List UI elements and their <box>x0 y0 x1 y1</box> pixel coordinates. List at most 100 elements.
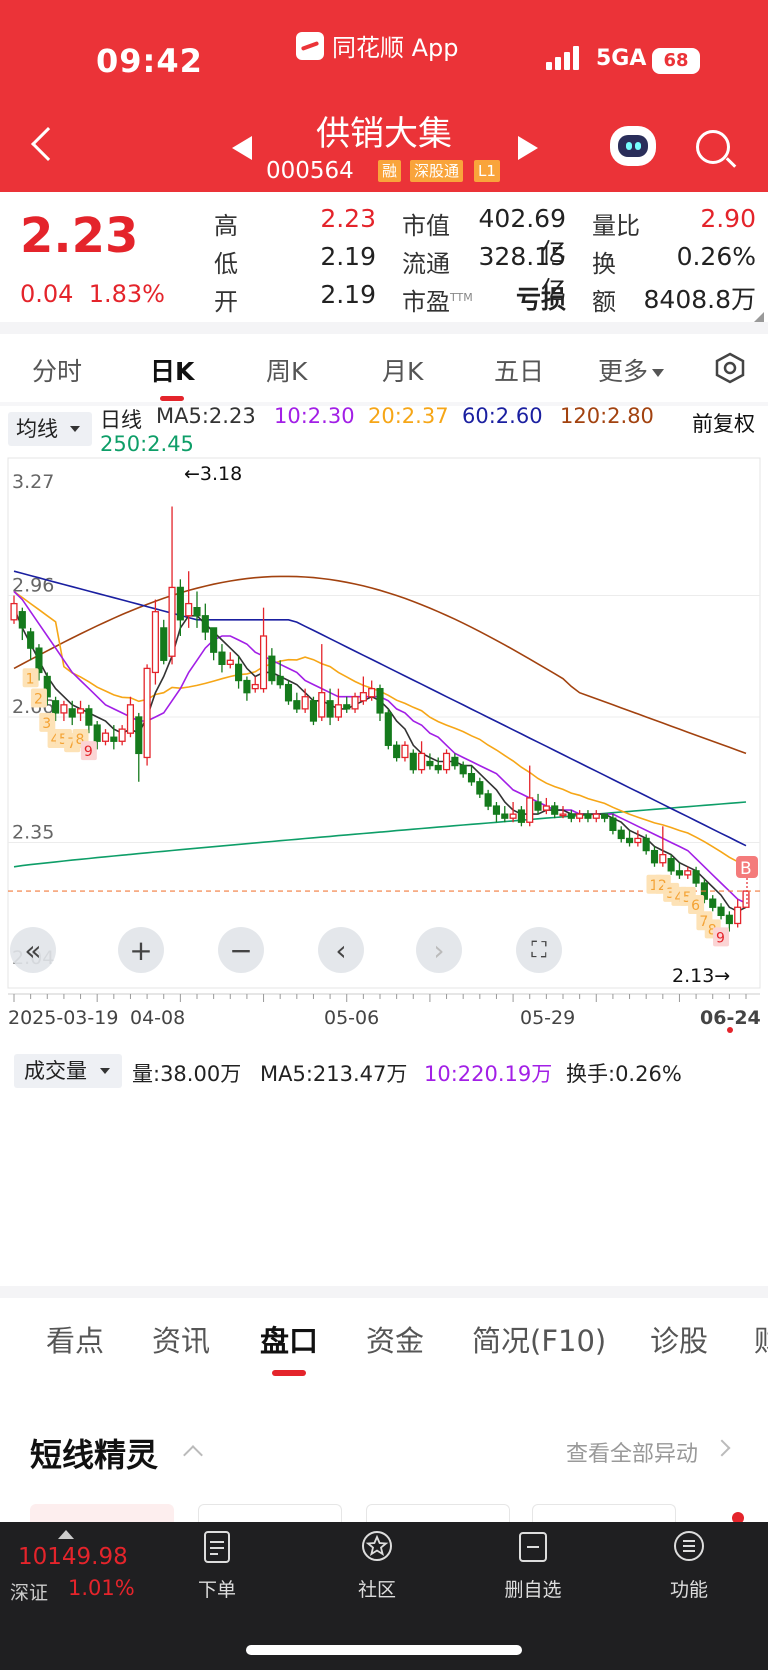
candle-body <box>126 704 135 734</box>
tab-finance[interactable]: 财 <box>754 1318 768 1360</box>
tab-orderbook[interactable]: 盘口 <box>260 1318 318 1360</box>
turnover-label: 换 <box>592 250 616 278</box>
stock-code: 000564 <box>266 158 354 184</box>
zoom-out-button[interactable]: − <box>218 927 264 973</box>
nav-functions[interactable]: 功能 <box>634 1530 744 1602</box>
nav-remove-watchlist[interactable]: 删自选 <box>478 1530 588 1602</box>
candle-body <box>201 615 209 633</box>
nine-turn-digit: 9 <box>716 930 725 946</box>
candle-body <box>526 797 534 823</box>
scroll-left-button[interactable]: ‹ <box>318 927 364 973</box>
app-badge: 同花顺 App <box>296 28 459 63</box>
candle-body <box>160 627 168 661</box>
search-icon[interactable] <box>696 130 730 164</box>
kline-chart[interactable]: 3.272.962.662.352.04←3.182.13→1234567891… <box>0 440 768 1040</box>
adjust-mode[interactable]: 前复权 <box>692 408 755 438</box>
candle-body <box>393 744 401 759</box>
volratio-value: 2.90 <box>700 204 756 233</box>
low-value: 2.19 <box>320 242 376 271</box>
caret-down-icon <box>652 369 665 377</box>
candle-body <box>52 700 60 714</box>
tab-monthly-k[interactable]: 月K <box>382 352 423 388</box>
pe-value: 亏损 <box>515 285 566 314</box>
ma-kind: 日线 <box>100 408 142 432</box>
tab-five-day[interactable]: 五日 <box>494 352 544 388</box>
volume-value: 量:38.00万 <box>132 1062 242 1086</box>
candle-body <box>143 667 151 759</box>
tab-highlights[interactable]: 看点 <box>46 1318 104 1360</box>
current-date-dot <box>727 1027 733 1033</box>
tab-funds[interactable]: 资金 <box>366 1318 424 1360</box>
view-all-link[interactable]: 查看全部异动 <box>566 1436 698 1468</box>
y-tick-label: 3.27 <box>12 471 54 493</box>
network-type: 5GA <box>596 46 647 71</box>
assistant-robot-icon[interactable] <box>610 126 656 166</box>
candle-body <box>210 627 218 653</box>
index-value[interactable]: 10149.98 <box>18 1544 128 1570</box>
candle-body <box>151 611 159 674</box>
candle-body <box>650 849 659 864</box>
candle-body <box>634 837 642 844</box>
nine-turn-digit: 2 <box>34 692 43 708</box>
candle-body <box>542 805 550 811</box>
ma20-value: 20:2.37 <box>368 404 449 428</box>
y-tick-label: 2.35 <box>12 821 54 843</box>
tab-timeshare[interactable]: 分时 <box>32 352 82 388</box>
ma60-value: 60:2.60 <box>462 404 543 428</box>
functions-menu-icon <box>674 1531 704 1561</box>
candle-body <box>584 813 592 819</box>
scroll-right-button[interactable]: › <box>416 927 462 973</box>
candle-body <box>675 870 684 876</box>
tag-level: L1 <box>474 160 500 182</box>
candle-body <box>118 728 126 742</box>
tab-news[interactable]: 资讯 <box>152 1318 210 1360</box>
app-label: 同花顺 App <box>332 34 459 62</box>
candle-body <box>326 700 334 718</box>
amount-label: 额 <box>592 288 616 316</box>
tab-more[interactable]: 更多 <box>598 352 665 388</box>
zoom-in-button[interactable]: + <box>118 927 164 973</box>
tab-daily-k[interactable]: 日K <box>150 352 194 388</box>
volume-indicator-select[interactable]: 成交量 <box>14 1054 122 1088</box>
tab-weekly-k[interactable]: 周K <box>266 352 307 388</box>
candle-body <box>725 914 733 925</box>
index-up-arrow-icon <box>58 1530 74 1539</box>
fullscreen-button[interactable]: ⛶ <box>516 927 562 973</box>
nav-order[interactable]: 下单 <box>162 1530 272 1602</box>
candle-body <box>318 692 326 718</box>
fullscreen-icon: ⛶ <box>531 937 547 963</box>
tab-f10[interactable]: 简况(F10) <box>472 1318 606 1360</box>
candle-body <box>559 813 567 817</box>
chevron-left-icon: ‹ <box>335 933 347 967</box>
tab-diagnosis[interactable]: 诊股 <box>650 1318 708 1360</box>
settings-hexagon-icon[interactable] <box>714 352 746 384</box>
ma5-value: MA5:2.23 <box>156 404 256 428</box>
rewind-button[interactable]: « <box>10 927 56 973</box>
candle-body <box>293 700 301 710</box>
next-stock-icon[interactable] <box>518 136 538 160</box>
candle-body <box>226 659 234 665</box>
x-tick-label: 05-29 <box>520 1007 575 1029</box>
candle-body <box>135 716 143 755</box>
prev-stock-icon[interactable] <box>232 136 252 160</box>
remove-watchlist-icon <box>519 1532 547 1562</box>
minus-icon: − <box>229 933 253 967</box>
low-label: 低 <box>214 250 238 278</box>
high-value: 2.23 <box>320 204 376 233</box>
expand-corner-icon[interactable] <box>754 312 764 322</box>
candle-body <box>276 675 284 686</box>
candle-body <box>235 663 243 682</box>
candle-body <box>85 708 93 726</box>
price-change: 0.04 1.83% <box>20 280 165 308</box>
candle-body <box>601 813 609 819</box>
candle-body <box>467 773 476 783</box>
candle-body <box>301 696 309 710</box>
chevron-up-icon[interactable] <box>183 1445 203 1465</box>
ma10-value: 10:2.30 <box>274 404 355 428</box>
low-price-label: 2.13→ <box>672 965 730 987</box>
nav-community[interactable]: 社区 <box>322 1530 432 1602</box>
community-star-icon <box>362 1531 392 1561</box>
order-document-icon <box>204 1531 230 1563</box>
candle-body <box>243 679 251 694</box>
open-label: 开 <box>214 288 238 316</box>
